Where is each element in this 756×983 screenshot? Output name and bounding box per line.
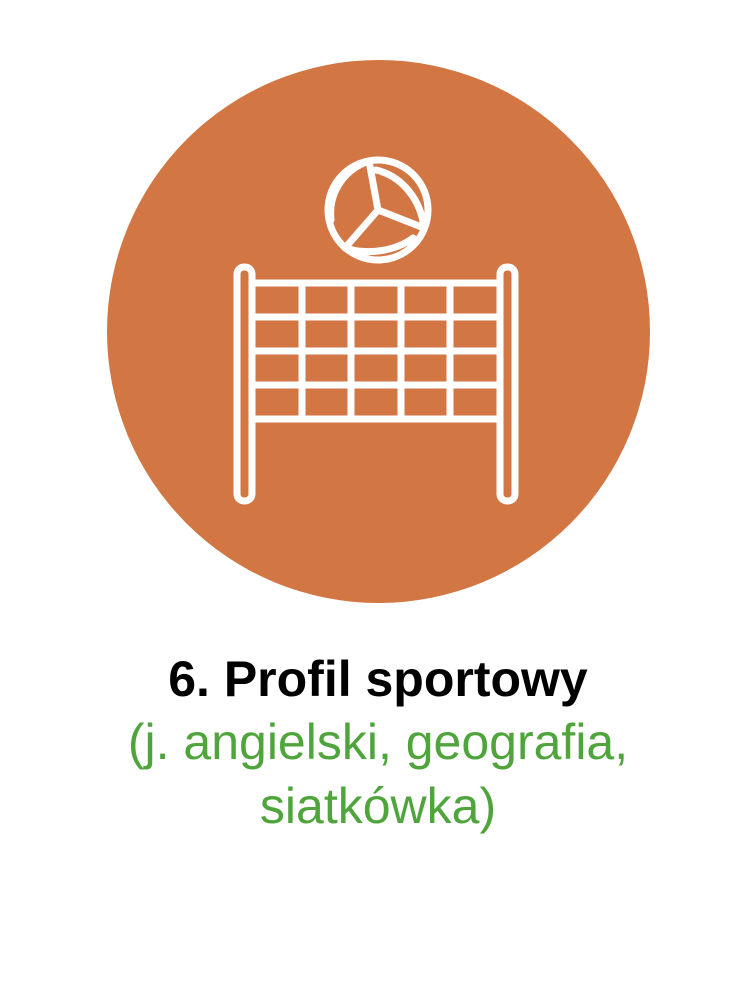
volleyball-net-icon (233, 156, 519, 505)
profile-title: 6. Profil sportowy (168, 651, 588, 707)
volleyball-icon (324, 156, 432, 264)
volleyball-badge (107, 60, 650, 603)
profile-subjects-line-1: (j. angielski, geografia, (127, 714, 629, 770)
profile-subjects-line-2: siatkówka) (259, 778, 497, 834)
caption-block: 6. Profil sportowy (j. angielski, geogra… (0, 648, 756, 838)
net-grid (248, 279, 504, 423)
